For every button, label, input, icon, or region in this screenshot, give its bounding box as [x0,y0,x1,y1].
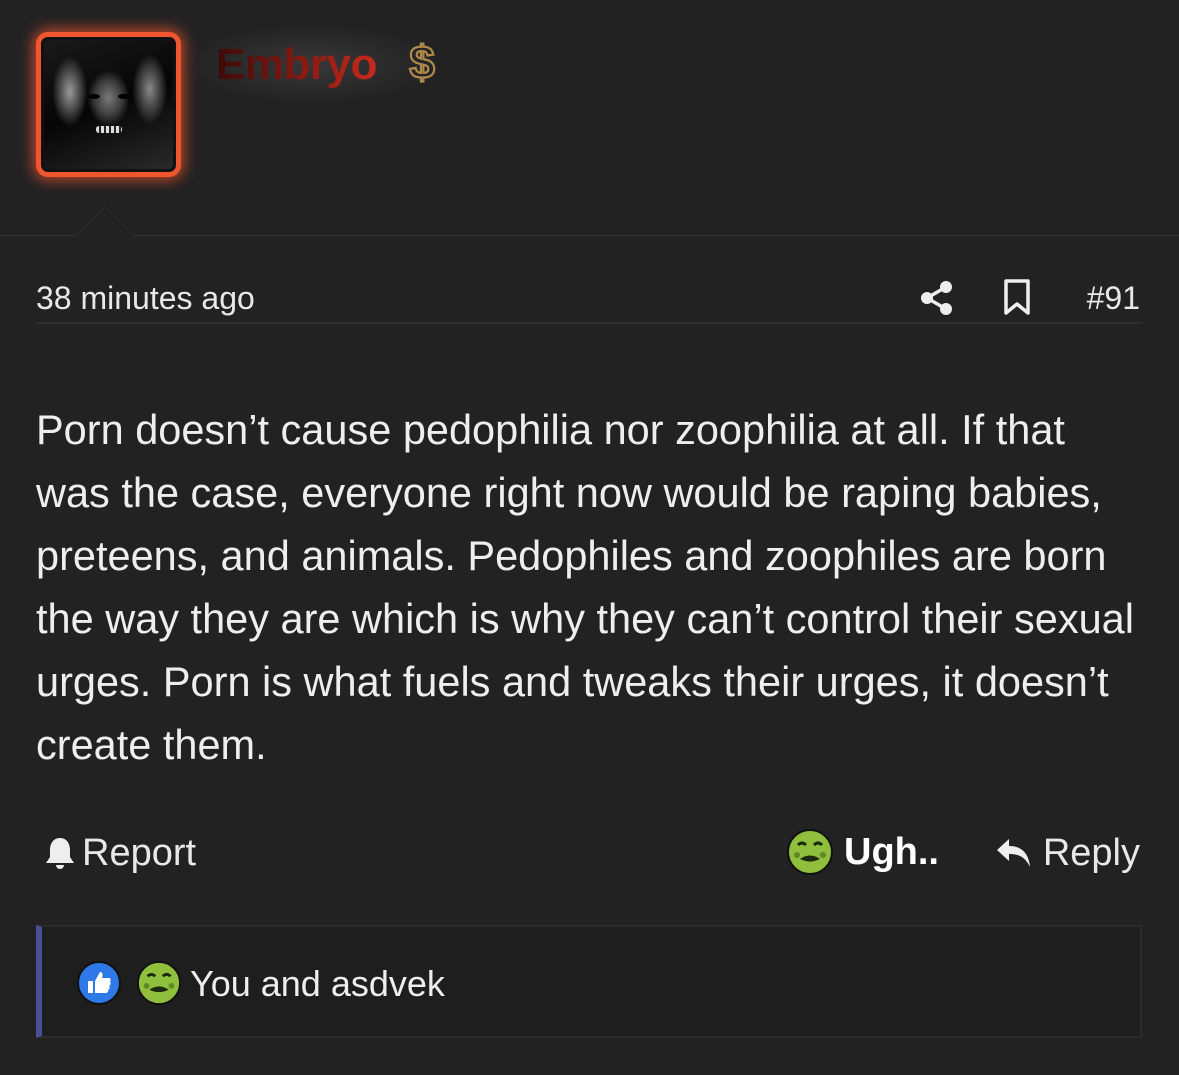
post-user-header: Embryo $ [0,0,1179,237]
reply-label: Reply [1042,831,1140,874]
post-meta-row: 38 minutes ago #91 [36,272,1142,324]
svg-text:$: $ [409,36,435,88]
reactions-summary-text[interactable]: You and asdvek [190,963,445,1005]
reply-button[interactable]: Reply [995,828,1140,878]
post-actions-row: Report Ugh.. Reply [36,824,1142,880]
post-timestamp[interactable]: 38 minutes ago [36,280,255,317]
post-body-text: Porn doesn’t cause pedophilia nor zoophi… [36,406,1134,768]
reaction-label: Ugh.. [844,830,939,873]
thumbs-up-icon [77,961,121,1005]
report-button[interactable]: Report [44,830,196,876]
bookmark-icon[interactable] [1002,278,1032,316]
avatar-image [44,40,173,169]
reaction-button[interactable]: Ugh.. [786,826,939,878]
username-link[interactable]: Embryo [216,40,377,90]
reactions-summary-bar: You and asdvek [36,925,1142,1038]
user-avatar[interactable] [36,32,181,177]
bell-icon [46,838,74,869]
nauseated-face-icon [136,960,182,1006]
dollar-sign-icon: $ [408,36,436,88]
nauseated-face-icon [787,829,833,875]
reply-arrow-icon [996,839,1030,867]
share-icon[interactable] [920,280,954,316]
report-label: Report [82,831,197,874]
reaction-icons [76,960,182,1006]
post-number-link[interactable]: #91 [1087,280,1140,317]
username-block: Embryo $ [190,22,460,106]
user-header-pointer [74,206,136,237]
